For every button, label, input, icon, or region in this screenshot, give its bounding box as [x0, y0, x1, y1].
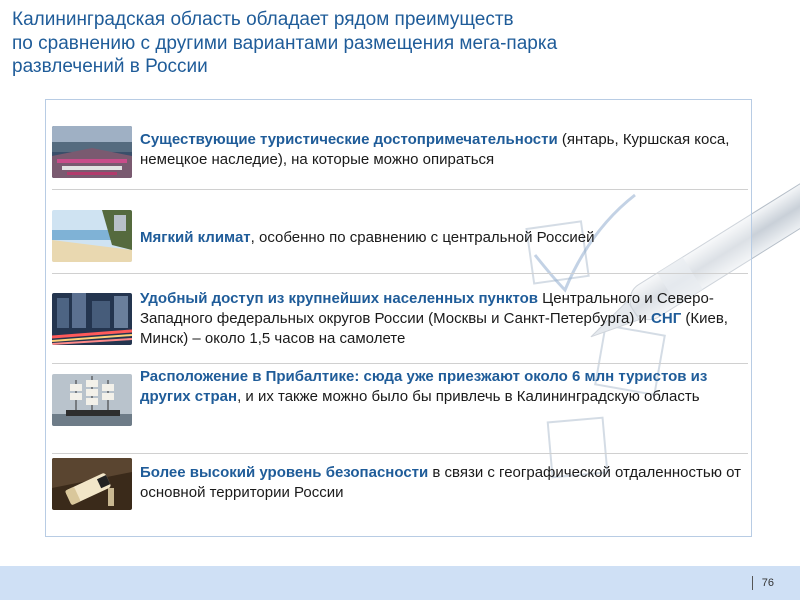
page-number: 76 — [761, 577, 774, 589]
divider — [52, 273, 748, 274]
divider — [52, 453, 748, 454]
item-text: Мягкий климат, особенно по сравнению с ц… — [140, 228, 748, 248]
item-text: Существующие туристические достопримечат… — [140, 130, 748, 170]
divider — [52, 363, 748, 364]
beach-photo — [52, 210, 132, 262]
harbor-photo — [52, 126, 132, 178]
security-camera-photo — [52, 458, 132, 510]
advantages-panel: Существующие туристические достопримечат… — [45, 99, 752, 537]
item-bold-text: Более высокий уровень безопасности — [140, 464, 429, 481]
title-line: Калининградская область обладает рядом п… — [12, 9, 514, 30]
page-number-separator — [752, 576, 753, 590]
item-text: Более высокий уровень безопасности в свя… — [140, 463, 748, 503]
sailing-ship-photo — [52, 374, 132, 426]
item-regular-text: , и их также можно было бы привлечь в Ка… — [237, 388, 700, 405]
divider — [52, 189, 748, 190]
page-title: Калининградская область обладает рядом п… — [12, 8, 792, 79]
footer-bar — [0, 566, 800, 600]
item-text: Удобный доступ из крупнейших населенных … — [140, 289, 748, 349]
item-regular-text: , особенно по сравнению с центральной Ро… — [250, 229, 595, 246]
item-bold-text: СНГ — [651, 310, 682, 327]
title-line: по сравнению с другими вариантами размещ… — [12, 32, 558, 54]
item-text: Расположение в Прибалтике: сюда уже прие… — [140, 367, 748, 407]
city-traffic-photo — [52, 293, 132, 345]
item-bold-text: Мягкий климат — [140, 229, 251, 246]
title-line: развлечений в России — [12, 56, 208, 77]
item-bold-text: Существующие туристические достопримечат… — [140, 131, 558, 148]
item-bold-text: Удобный доступ из крупнейших населенных … — [140, 290, 538, 307]
